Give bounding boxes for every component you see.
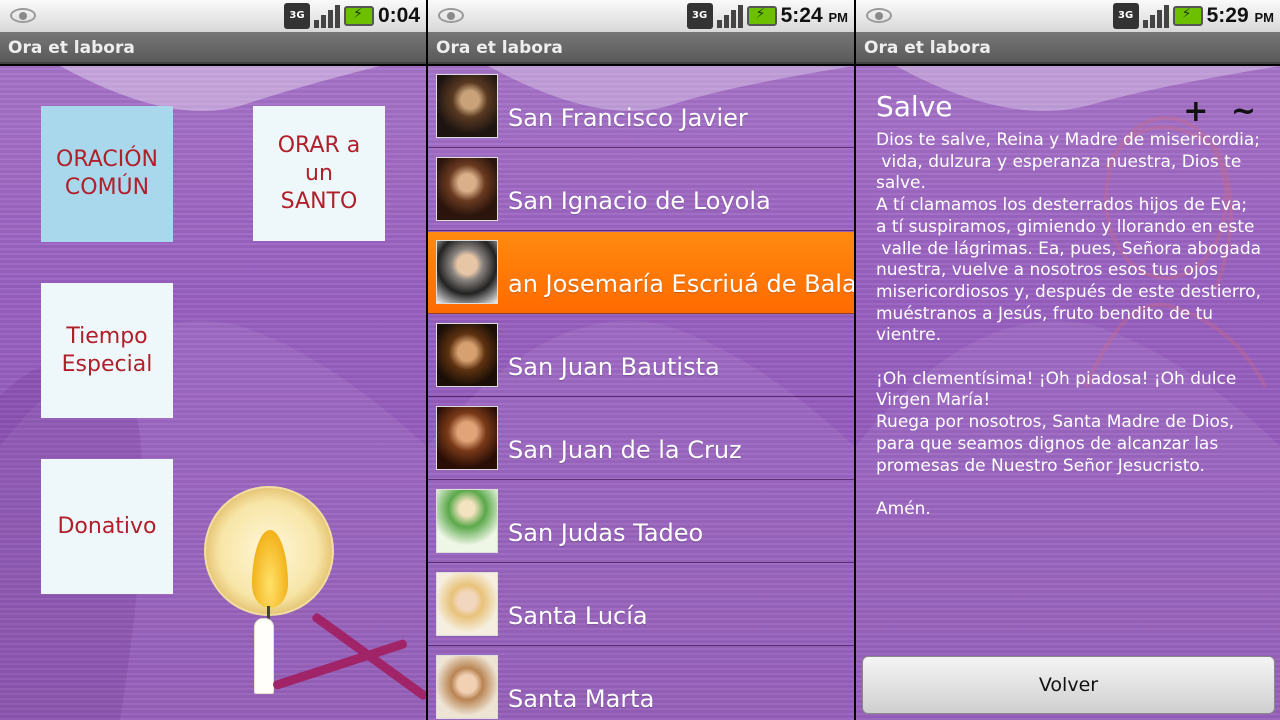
app-title: Ora et labora <box>856 32 1280 64</box>
list-item-label: San Ignacio de Loyola <box>508 187 771 215</box>
saint-portrait-icon <box>436 74 498 138</box>
status-bar: 3G 5:24 PM <box>428 0 854 32</box>
list-item-label: an Josemaría Escriuá de Balagu <box>508 270 854 298</box>
list-item[interactable]: San Francisco Javier <box>428 66 854 148</box>
list-item-label: Santa Marta <box>508 685 655 713</box>
network-3g-icon: 3G <box>1112 3 1139 29</box>
battery-charging-icon <box>343 6 374 26</box>
saint-portrait-icon <box>436 323 498 387</box>
screen-saints-list: 3G 5:24 PM Ora et labora San Francisco J… <box>428 0 854 720</box>
eye-icon <box>10 8 36 23</box>
network-3g-icon: 3G <box>686 3 713 29</box>
list-item[interactable]: Santa Marta <box>428 647 854 720</box>
eye-icon <box>866 8 892 23</box>
volver-button[interactable]: Volver <box>862 656 1275 714</box>
app-title: Ora et labora <box>428 32 854 64</box>
list-item[interactable]: San Judas Tadeo <box>428 481 854 563</box>
status-bar: 3G 5:29 PM <box>856 0 1280 32</box>
clock: 5:24 PM <box>780 4 848 27</box>
screen-main-menu: 3G 0:04 Ora et labora ORACIÓN COMÚN ORAR… <box>0 0 426 720</box>
saint-portrait-icon <box>436 406 498 470</box>
prayer-title: Salve <box>876 90 953 123</box>
list-item[interactable]: Santa Lucía <box>428 564 854 646</box>
zoom-controls[interactable]: + ~ <box>1183 94 1262 129</box>
saint-portrait-icon <box>436 157 498 221</box>
list-item-label: San Juan de la Cruz <box>508 436 742 464</box>
battery-charging-icon <box>1172 6 1203 26</box>
saints-list[interactable]: San Francisco Javier San Ignacio de Loyo… <box>428 66 854 720</box>
list-item[interactable]: San Juan Bautista <box>428 315 854 397</box>
signal-icon <box>716 4 743 28</box>
status-bar: 3G 0:04 <box>0 0 426 32</box>
saint-portrait-icon <box>436 572 498 636</box>
app-title: Ora et labora <box>0 32 426 64</box>
signal-icon <box>313 4 340 28</box>
list-item-label: San Juan Bautista <box>508 353 720 381</box>
prayer-text: Dios te salve, Reina y Madre de miserico… <box>876 130 1262 519</box>
clock: 5:29 PM <box>1206 4 1274 27</box>
saint-portrait-icon <box>436 240 498 304</box>
list-item[interactable]: San Juan de la Cruz <box>428 398 854 480</box>
list-item-label: San Francisco Javier <box>508 104 748 132</box>
oracion-comun-button[interactable]: ORACIÓN COMÚN <box>41 106 173 242</box>
eye-icon <box>438 8 464 23</box>
list-item[interactable]: San Ignacio de Loyola <box>428 149 854 231</box>
orar-santo-button[interactable]: ORAR a un SANTO <box>253 106 385 241</box>
saint-portrait-icon <box>436 489 498 553</box>
saint-portrait-icon <box>436 655 498 719</box>
list-item-label: Santa Lucía <box>508 602 648 630</box>
network-3g-icon: 3G <box>283 3 310 29</box>
tiempo-especial-button[interactable]: Tiempo Especial <box>41 283 173 418</box>
candle-icon <box>254 618 274 694</box>
clock: 0:04 <box>377 4 420 27</box>
battery-charging-icon <box>746 6 777 26</box>
list-item-label: San Judas Tadeo <box>508 519 704 547</box>
list-item[interactable]: an Josemaría Escriuá de Balagu <box>428 232 854 314</box>
donativo-button[interactable]: Donativo <box>41 459 173 594</box>
screen-prayer: 3G 5:29 PM Ora et labora Salve + ~ Dios … <box>856 0 1280 720</box>
signal-icon <box>1142 4 1169 28</box>
